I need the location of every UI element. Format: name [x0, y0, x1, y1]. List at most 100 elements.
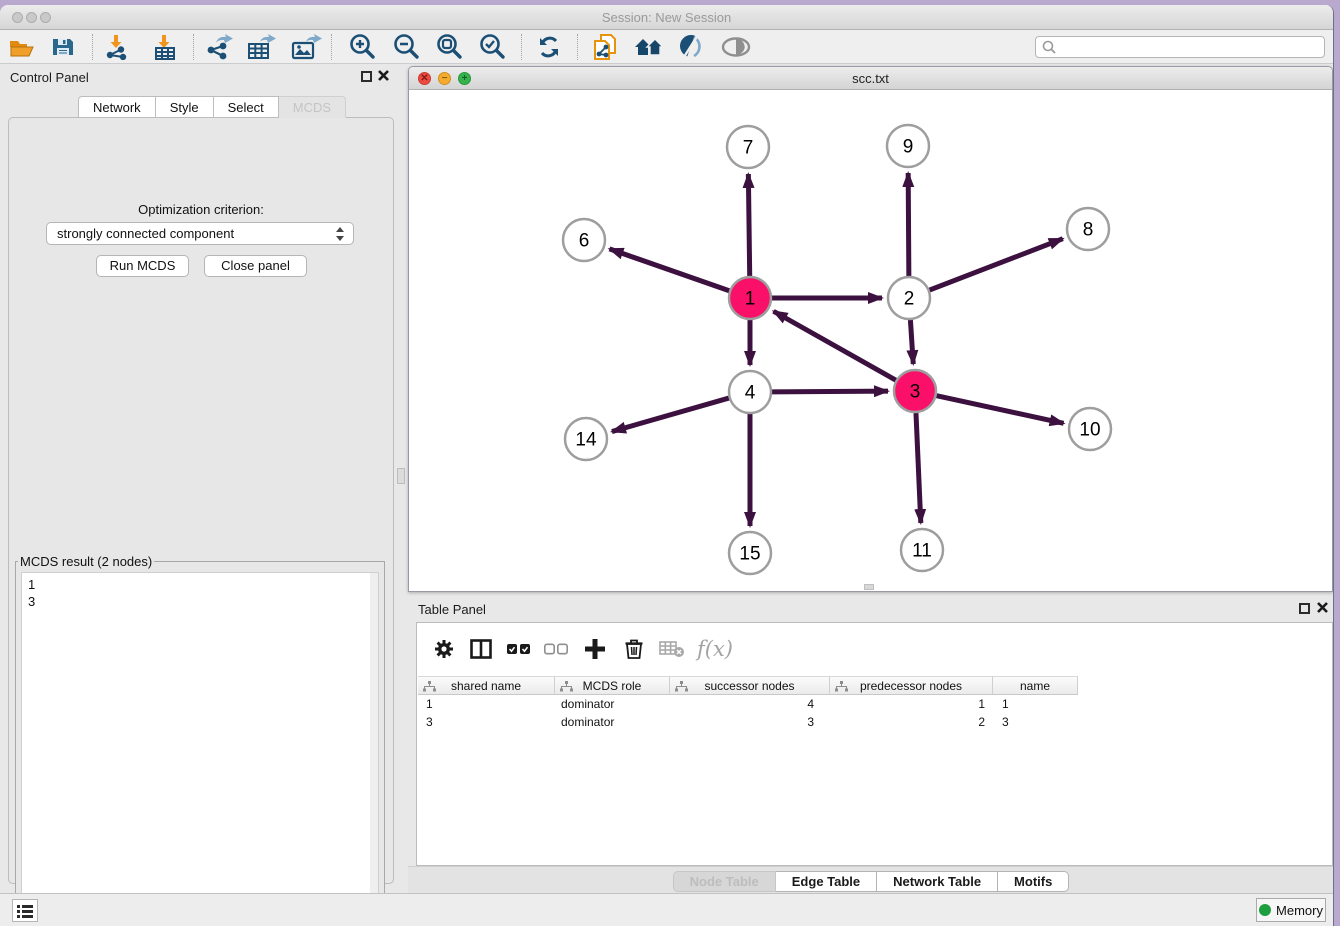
cell-shared-name[interactable]: 3 [418, 713, 555, 731]
graph-node-label-8: 8 [1083, 220, 1094, 241]
panel-divider-grip[interactable] [397, 468, 405, 484]
network-canvas[interactable]: 7968124314101511 [409, 90, 1332, 591]
table-panel-title: Table Panel [418, 602, 486, 617]
search-input[interactable] [1057, 38, 1324, 56]
cell-successor-nodes[interactable]: 3 [670, 713, 830, 731]
graph-node-label-3: 3 [910, 382, 921, 403]
cell-predecessor-nodes[interactable]: 1 [830, 695, 993, 713]
zoom-fit-icon[interactable] [432, 32, 466, 62]
table-panel-header: Table Panel [408, 596, 1334, 622]
table-row[interactable]: 3 dominator 3 2 3 [418, 713, 1078, 731]
add-column-icon[interactable] [580, 634, 610, 664]
network-window: ✕ − + scc.txt 7968124314101511 [408, 66, 1333, 592]
mcds-result-box: MCDS result (2 nodes) 1 3 [15, 554, 385, 926]
cell-name[interactable]: 1 [993, 695, 1078, 713]
column-header-name[interactable]: name [993, 676, 1078, 695]
graph-edge-1-6[interactable] [609, 249, 729, 291]
save-session-icon[interactable] [46, 32, 80, 62]
task-history-button[interactable] [12, 899, 38, 922]
tab-node-table[interactable]: Node Table [673, 871, 776, 892]
tree-icon [835, 681, 848, 692]
cell-name[interactable]: 3 [993, 713, 1078, 731]
tab-edge-table[interactable]: Edge Table [776, 871, 877, 892]
optimization-criterion-select[interactable]: strongly connected component [46, 222, 354, 245]
column-header-shared-name[interactable]: shared name [418, 676, 555, 695]
graph-node-label-14: 14 [575, 430, 597, 451]
cell-shared-name[interactable]: 1 [418, 695, 555, 713]
network-resize-grip[interactable] [864, 584, 874, 590]
table-header-row: shared name MCDS role successor nodes [418, 676, 1078, 695]
close-panel-icon[interactable] [1316, 601, 1330, 615]
refresh-icon[interactable] [532, 32, 566, 62]
table-settings-gear-icon[interactable] [429, 634, 459, 664]
graph-edge-2-8[interactable] [930, 239, 1063, 290]
hide-details-icon[interactable] [719, 32, 753, 62]
graph-edge-2-3[interactable] [910, 320, 913, 364]
mcds-result-line: 3 [28, 593, 378, 610]
graph-edge-4-14[interactable] [612, 398, 729, 432]
table-row[interactable]: 1 dominator 4 1 1 [418, 695, 1078, 713]
tab-style[interactable]: Style [156, 96, 214, 118]
network-graph[interactable]: 7968124314101511 [409, 90, 1332, 591]
zoom-in-icon[interactable] [345, 32, 379, 62]
mcds-result-title: MCDS result (2 nodes) [18, 554, 154, 569]
column-header-successor-nodes[interactable]: successor nodes [670, 676, 830, 695]
zoom-out-icon[interactable] [389, 32, 423, 62]
deselect-all-checkboxes-icon[interactable] [541, 634, 571, 664]
select-columns-icon[interactable] [466, 634, 496, 664]
mcds-result-list[interactable]: 1 3 [21, 572, 379, 926]
cell-predecessor-nodes[interactable]: 2 [830, 713, 993, 731]
memory-status-icon [1259, 904, 1271, 916]
table-panel-tabs: Node Table Edge Table Network Table Moti… [408, 866, 1334, 893]
close-panel-icon[interactable] [377, 69, 391, 83]
graph-edge-2-9[interactable] [908, 173, 909, 276]
graph-node-label-10: 10 [1079, 420, 1100, 441]
delete-column-trash-icon[interactable] [619, 634, 649, 664]
tab-network-table[interactable]: Network Table [877, 871, 998, 892]
graph-edge-3-10[interactable] [936, 396, 1063, 424]
cell-mcds-role[interactable]: dominator [555, 695, 670, 713]
tab-network[interactable]: Network [78, 96, 156, 118]
float-panel-icon[interactable] [361, 71, 372, 82]
export-table-icon[interactable] [245, 32, 279, 62]
graph-edge-4-3[interactable] [772, 391, 888, 392]
dropdown-value: strongly connected component [57, 226, 234, 241]
open-session-icon[interactable] [5, 32, 39, 62]
zoom-selected-icon[interactable] [475, 32, 509, 62]
close-panel-button[interactable]: Close panel [204, 255, 307, 277]
search-box[interactable] [1035, 36, 1325, 58]
first-neighbors-icon[interactable] [632, 32, 666, 62]
run-mcds-button[interactable]: Run MCDS [96, 255, 189, 277]
status-bar: Memory [0, 893, 1333, 926]
network-window-titlebar[interactable]: ✕ − + scc.txt [409, 67, 1332, 90]
toolbar-separator [92, 34, 93, 60]
tab-mcds[interactable]: MCDS [279, 96, 346, 118]
list-icon [17, 904, 33, 918]
import-table-icon[interactable] [149, 32, 183, 62]
clone-network-icon[interactable] [588, 32, 622, 62]
import-network-icon[interactable] [101, 32, 135, 62]
table-toolbar: f(x) [417, 623, 1332, 675]
result-scrollbar[interactable] [370, 573, 378, 926]
mcds-tab-content: Optimization criterion: strongly connect… [8, 117, 394, 884]
graph-node-label-2: 2 [904, 289, 915, 310]
graph-edge-3-11[interactable] [916, 413, 921, 523]
cell-successor-nodes[interactable]: 4 [670, 695, 830, 713]
column-header-predecessor-nodes[interactable]: predecessor nodes [830, 676, 993, 695]
tab-select[interactable]: Select [214, 96, 279, 118]
table-panel: Table Panel [408, 596, 1334, 893]
graph-node-label-6: 6 [579, 231, 590, 252]
graph-node-label-7: 7 [743, 138, 754, 159]
graphics-details-icon[interactable] [675, 32, 709, 62]
column-header-mcds-role[interactable]: MCDS role [555, 676, 670, 695]
graph-edge-1-7[interactable] [748, 174, 749, 276]
select-all-checkboxes-icon[interactable] [504, 634, 534, 664]
tab-motifs[interactable]: Motifs [998, 871, 1069, 892]
export-image-icon[interactable] [289, 32, 323, 62]
graph-edge-3-1[interactable] [774, 311, 896, 380]
float-panel-icon[interactable] [1299, 603, 1310, 614]
memory-button[interactable]: Memory [1256, 898, 1326, 922]
export-network-icon[interactable] [202, 32, 236, 62]
main-area: Control Panel Network Style Select MCDS … [0, 64, 1333, 893]
cell-mcds-role[interactable]: dominator [555, 713, 670, 731]
